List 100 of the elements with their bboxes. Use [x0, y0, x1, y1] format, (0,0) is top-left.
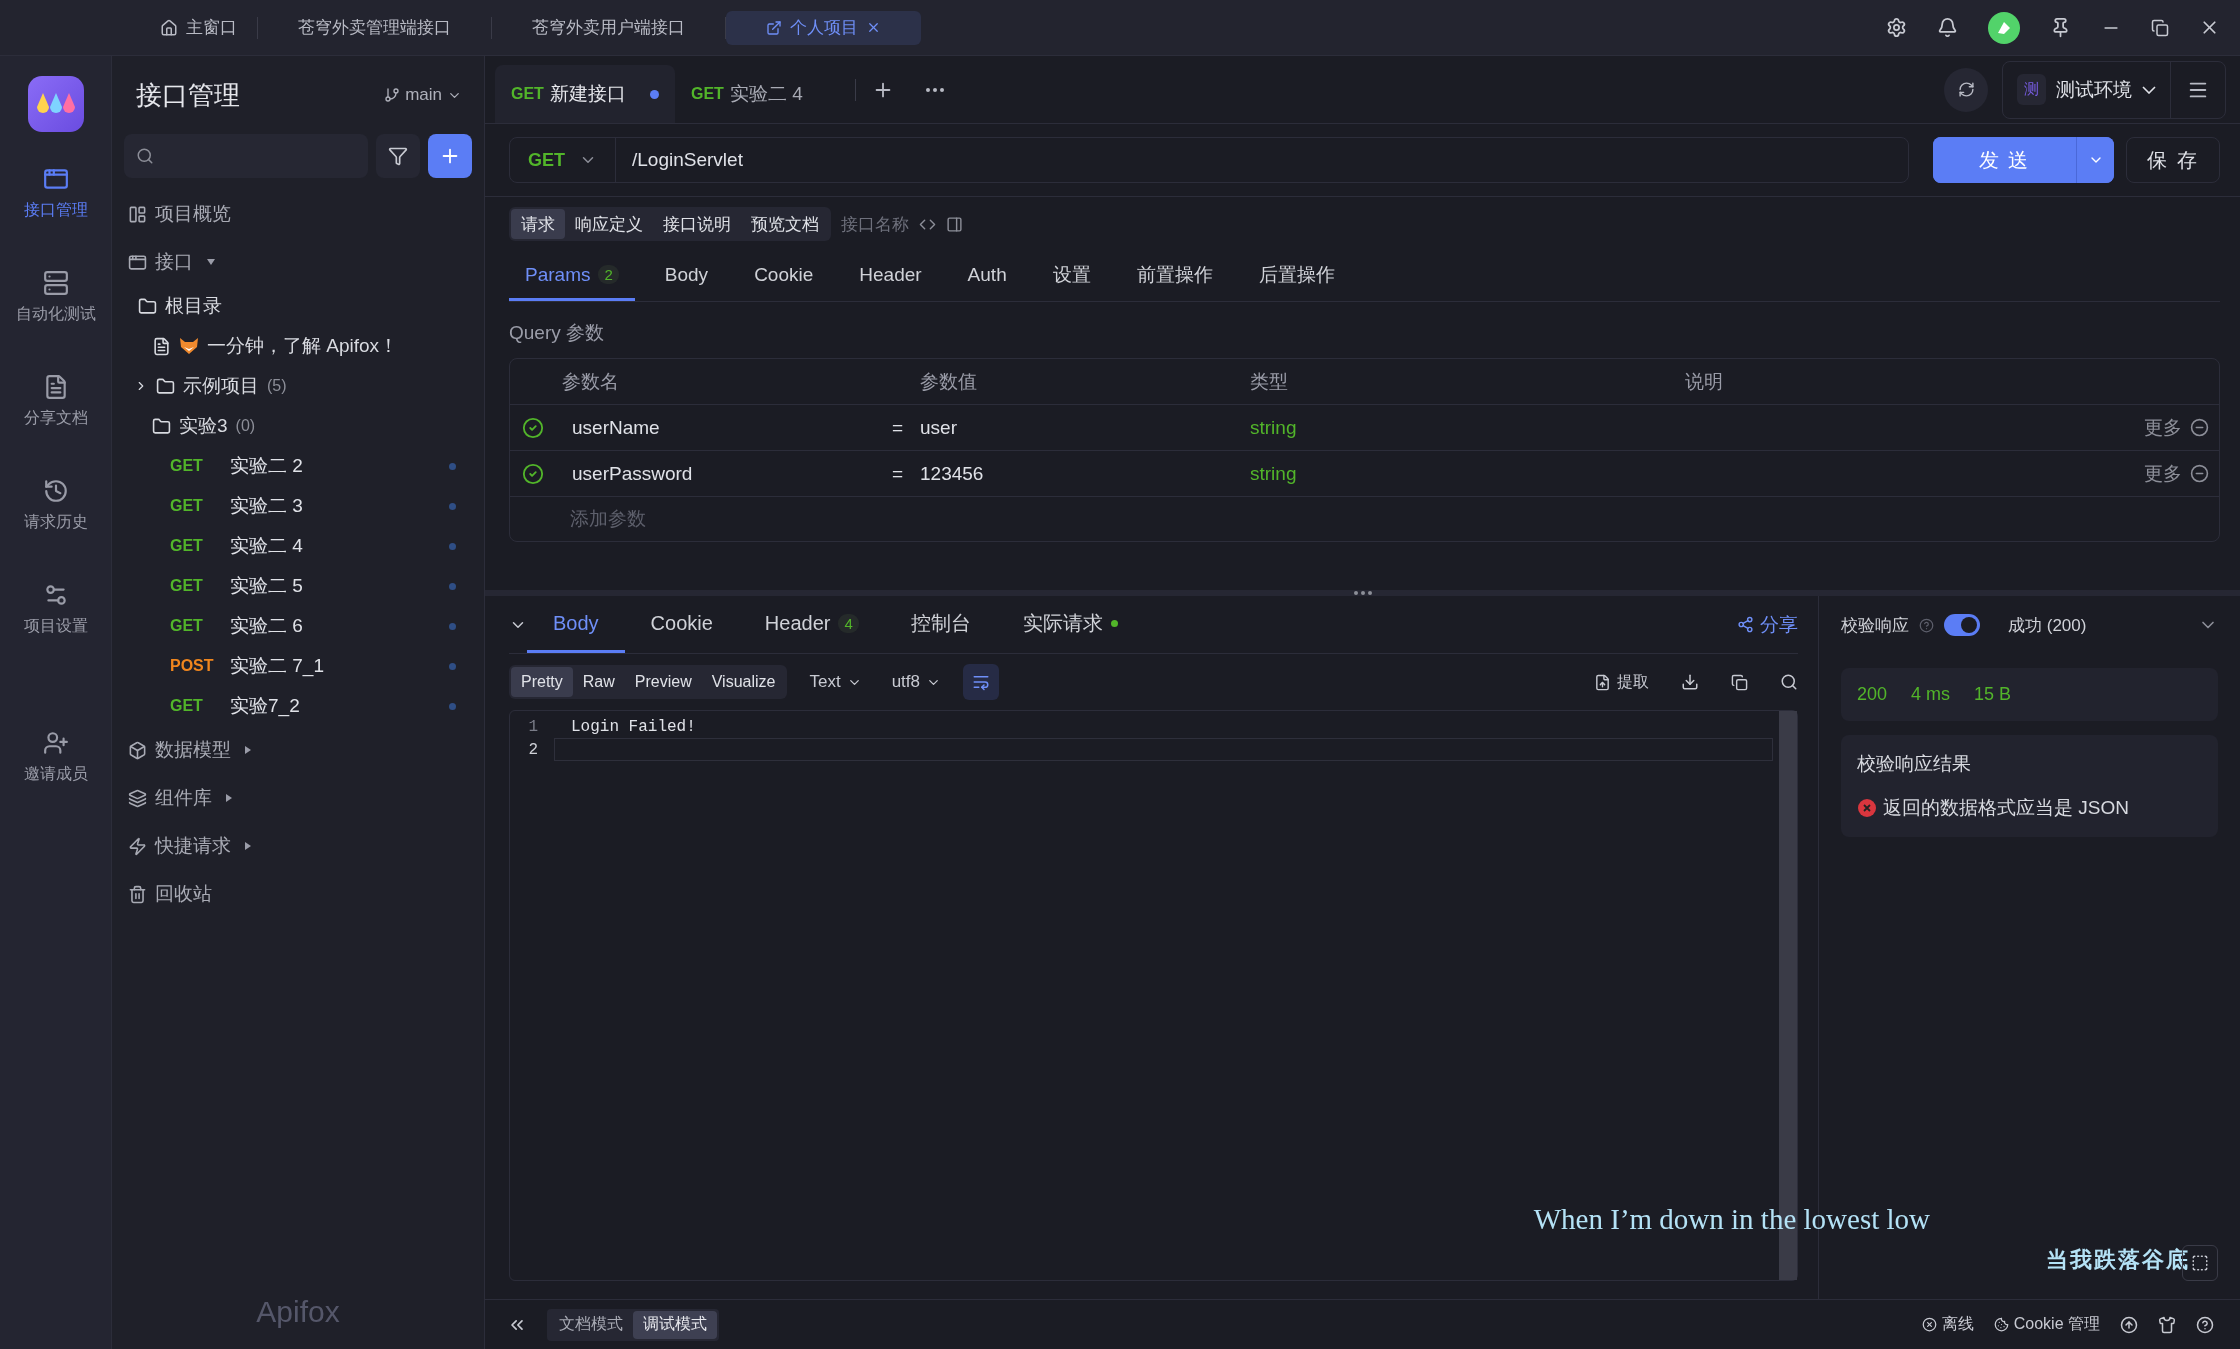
request-tab[interactable]: GET 新建接口: [495, 65, 675, 123]
offline-button[interactable]: 离线: [1921, 1314, 1974, 1335]
shirt-icon[interactable]: [2158, 1315, 2176, 1334]
mode-tab[interactable]: 调试模式: [633, 1310, 717, 1339]
folder-icon: [156, 376, 175, 396]
tree-item[interactable]: 根目录: [112, 286, 484, 326]
filter-button[interactable]: [376, 134, 420, 178]
endpoint-item[interactable]: GET 实验7_2: [112, 686, 484, 726]
section-tab[interactable]: 接口说明: [653, 209, 741, 239]
response-tab[interactable]: Cookie: [624, 596, 739, 653]
nav-item[interactable]: 请求历史: [23, 466, 88, 570]
format-tab[interactable]: Pretty: [511, 667, 573, 697]
param-tab[interactable]: Header: [843, 251, 938, 301]
remove-icon[interactable]: [2190, 464, 2209, 483]
mode-tab[interactable]: 文档模式: [549, 1310, 633, 1339]
format-tab[interactable]: Raw: [572, 667, 625, 697]
param-tab[interactable]: Params 2: [509, 251, 635, 301]
endpoint-item[interactable]: GET 实验二 5: [112, 566, 484, 606]
endpoint-item[interactable]: GET 实验二 6: [112, 606, 484, 646]
remove-icon[interactable]: [2190, 418, 2209, 437]
send-options-button[interactable]: [2076, 137, 2115, 183]
section-label: Query 参数: [508, 321, 606, 345]
extract-button[interactable]: 提取: [1594, 671, 1649, 693]
cookie-button[interactable]: Cookie 管理: [1993, 1314, 2100, 1335]
line-number: 1: [527, 717, 539, 736]
format-tab[interactable]: Visualize: [701, 667, 786, 697]
section-tab[interactable]: 响应定义: [565, 209, 653, 239]
search-field[interactable]: [124, 134, 368, 178]
tree-item[interactable]: 一分钟，了解 Apifox！: [112, 326, 484, 366]
server-icon: [42, 270, 69, 296]
param-tab[interactable]: 前置操作: [1120, 251, 1229, 301]
nav-item[interactable]: 邀请成员: [23, 718, 88, 822]
encoding-dropdown[interactable]: utf8: [883, 672, 949, 692]
request-tab[interactable]: GET 实验二 4: [675, 65, 855, 123]
endpoint-item[interactable]: GET 实验二 2: [112, 446, 484, 486]
status-dot: [449, 582, 456, 590]
panel-icon[interactable]: [946, 215, 963, 233]
close-icon[interactable]: [866, 20, 881, 35]
lyrics-line: 当我跌落谷底: [2046, 1246, 2190, 1274]
more-link[interactable]: 更多: [2144, 414, 2182, 441]
tree-item[interactable]: 实验3 (0): [112, 406, 484, 446]
window-tab[interactable]: 主窗口: [140, 10, 257, 45]
method-label: GET: [170, 577, 204, 595]
copy-button[interactable]: [1731, 673, 1748, 691]
format-tab[interactable]: Preview: [624, 667, 702, 697]
tree-item[interactable]: 快捷请求: [112, 822, 484, 870]
upload-icon[interactable]: [2120, 1315, 2138, 1334]
endpoint-item[interactable]: GET 实验二 4: [112, 526, 484, 566]
method-label: GET: [170, 497, 204, 515]
checkbox[interactable]: [522, 416, 544, 439]
section-tab[interactable]: 请求: [511, 209, 565, 239]
response-tab[interactable]: 控制台: [884, 596, 997, 653]
section-tab[interactable]: 预览文档: [741, 209, 829, 239]
validation-toggle[interactable]: [1944, 614, 1980, 636]
param-tab[interactable]: Body: [648, 251, 725, 301]
count-badge: 2: [598, 265, 619, 284]
add-button[interactable]: [428, 134, 472, 178]
tree-item[interactable]: 接口: [112, 238, 484, 286]
branch-selector[interactable]: main: [384, 85, 462, 105]
checkbox[interactable]: [522, 462, 544, 485]
tree-item[interactable]: 组件库: [112, 774, 484, 822]
search-icon: [1780, 673, 1798, 691]
avatar[interactable]: [1988, 11, 2020, 44]
nav-item[interactable]: 自动化测试: [15, 258, 96, 362]
content-type-dropdown[interactable]: Text: [801, 672, 870, 692]
refresh-button[interactable]: [1944, 67, 1988, 112]
window-tab[interactable]: 个人项目: [726, 10, 921, 45]
response-tab[interactable]: Header 4: [738, 596, 885, 653]
table-cell-text: user: [920, 416, 958, 439]
download-button[interactable]: [1681, 673, 1699, 691]
response-tab[interactable]: 实际请求: [996, 596, 1144, 653]
wrap-button[interactable]: [963, 664, 999, 700]
bell-icon[interactable]: [1937, 17, 1958, 38]
nav-item[interactable]: 接口管理: [23, 154, 88, 258]
column-header: 类型: [1250, 369, 1289, 394]
code-line: Login Failed!: [570, 716, 697, 738]
endpoint-item[interactable]: GET 实验二 3: [112, 486, 484, 526]
share-link[interactable]: 分享: [1737, 611, 1798, 638]
nav-item[interactable]: 分享文档: [23, 362, 88, 466]
param-tab[interactable]: Cookie: [738, 251, 830, 301]
tree-item[interactable]: 回收站: [112, 870, 484, 918]
endpoint-item[interactable]: POST 实验二 7_1: [112, 646, 484, 686]
url-field[interactable]: GET /LoginServlet: [509, 137, 1909, 183]
restore-icon[interactable]: [2151, 18, 2169, 37]
window-tab[interactable]: 苍穹外卖用户端接口: [492, 10, 725, 45]
method-selector[interactable]: GET: [510, 138, 616, 182]
resize-handle[interactable]: [1353, 591, 1372, 595]
more-link[interactable]: 更多: [2144, 460, 2182, 487]
tree-item[interactable]: 示例项目 (5): [112, 366, 484, 406]
param-tab[interactable]: 后置操作: [1242, 251, 1351, 301]
param-tab[interactable]: 设置: [1036, 251, 1107, 301]
tree-item[interactable]: 项目概览: [112, 190, 484, 238]
status-select[interactable]: 成功 (200): [2008, 613, 2087, 637]
param-tab[interactable]: Auth: [951, 251, 1023, 301]
tree-item[interactable]: 数据模型: [112, 726, 484, 774]
nav-item[interactable]: 项目设置: [23, 570, 88, 674]
response-tab[interactable]: Body: [527, 596, 625, 653]
save-button[interactable]: 保 存: [2126, 137, 2220, 183]
window-tab[interactable]: 苍穹外卖管理端接口: [258, 10, 491, 45]
search-button[interactable]: [1780, 673, 1798, 691]
